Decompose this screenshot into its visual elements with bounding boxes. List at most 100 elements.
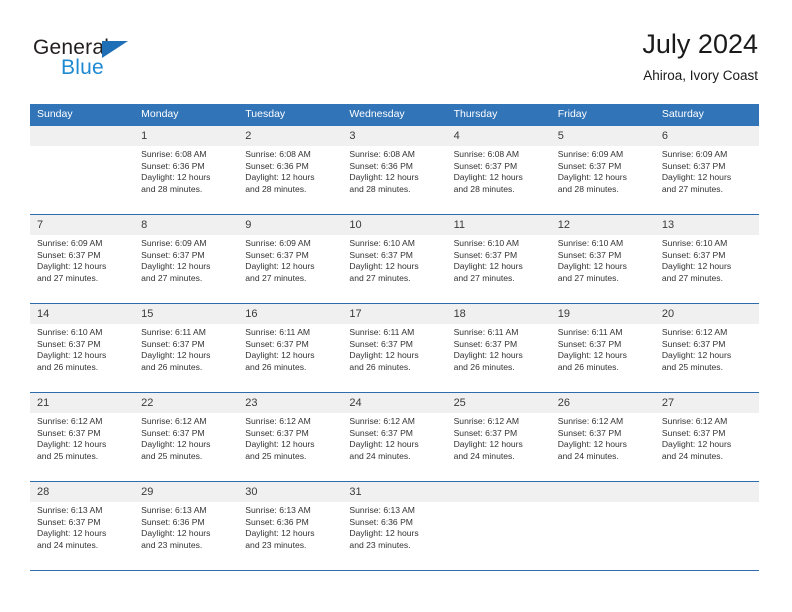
- sunrise-text: Sunrise: 6:11 AM: [245, 327, 311, 337]
- daylight-text-line2: and 27 minutes.: [141, 272, 203, 283]
- day-cell: Sunrise: 6:09 AM Sunset: 6:37 PM Dayligh…: [30, 235, 134, 303]
- sunrise-text: Sunrise: 6:08 AM: [245, 149, 311, 159]
- daylight-text-line2: and 25 minutes.: [661, 361, 723, 372]
- daylight-text-line1: Daylight: 12 hours: [245, 172, 315, 183]
- day-cell: Sunrise: 6:08 AM Sunset: 6:36 PM Dayligh…: [238, 146, 342, 214]
- day-number: 31: [349, 486, 362, 498]
- day-cell: Sunrise: 6:11 AM Sunset: 6:37 PM Dayligh…: [551, 324, 655, 392]
- day-number: 10: [349, 219, 362, 231]
- weekday-header-row: Sunday Monday Tuesday Wednesday Thursday…: [30, 104, 759, 126]
- week-row: 21 22 23 24 25 26 27 Sunrise: 6:12 AM Su…: [30, 393, 759, 482]
- day-cell: [447, 502, 551, 570]
- day-cell: Sunrise: 6:11 AM Sunset: 6:37 PM Dayligh…: [134, 324, 238, 392]
- daylight-text-line1: Daylight: 12 hours: [141, 350, 211, 361]
- day-cell: Sunrise: 6:13 AM Sunset: 6:37 PM Dayligh…: [30, 502, 134, 570]
- week-row: 1 2 3 4 5 6 Sunrise: 6:08 AM Sunset: 6:3…: [30, 126, 759, 215]
- weekday-header-monday: Monday: [141, 108, 179, 120]
- sunset-text: Sunset: 6:37 PM: [661, 427, 726, 438]
- sunrise-text: Sunrise: 6:12 AM: [661, 416, 728, 426]
- week-date-band: 14 15 16 17 18 19 20: [30, 304, 759, 324]
- sunset-text: Sunset: 6:37 PM: [453, 427, 518, 438]
- day-number: [30, 126, 134, 146]
- day-number: 19: [557, 308, 570, 320]
- day-number: 25: [453, 397, 466, 409]
- day-cell: Sunrise: 6:08 AM Sunset: 6:36 PM Dayligh…: [342, 146, 446, 214]
- page-header: General Blue July 2024 Ahiroa, Ivory Coa…: [0, 0, 792, 100]
- daylight-text-line2: and 27 minutes.: [661, 272, 723, 283]
- sunrise-text: Sunrise: 6:10 AM: [661, 238, 728, 248]
- daylight-text-line2: and 26 minutes.: [349, 361, 411, 372]
- week-info-band: Sunrise: 6:08 AM Sunset: 6:36 PM Dayligh…: [30, 146, 759, 214]
- sunset-text: Sunset: 6:37 PM: [557, 338, 622, 349]
- daylight-text-line1: Daylight: 12 hours: [349, 439, 419, 450]
- day-cell: Sunrise: 6:13 AM Sunset: 6:36 PM Dayligh…: [134, 502, 238, 570]
- daylight-text-line2: and 27 minutes.: [245, 272, 307, 283]
- day-cell: Sunrise: 6:08 AM Sunset: 6:37 PM Dayligh…: [447, 146, 551, 214]
- sunset-text: Sunset: 6:36 PM: [245, 160, 309, 171]
- daylight-text-line1: Daylight: 12 hours: [141, 439, 211, 450]
- daylight-text-line1: Daylight: 12 hours: [37, 350, 107, 361]
- sunset-text: Sunset: 6:37 PM: [245, 427, 309, 438]
- sunset-text: Sunset: 6:37 PM: [661, 338, 726, 349]
- daylight-text-line1: Daylight: 12 hours: [453, 439, 523, 450]
- daylight-text-line1: Daylight: 12 hours: [141, 261, 211, 272]
- sunset-text: Sunset: 6:36 PM: [245, 516, 309, 527]
- day-cell: Sunrise: 6:08 AM Sunset: 6:36 PM Dayligh…: [134, 146, 238, 214]
- sunset-text: Sunset: 6:37 PM: [453, 338, 518, 349]
- day-cell: Sunrise: 6:12 AM Sunset: 6:37 PM Dayligh…: [655, 324, 759, 392]
- day-number: 11: [453, 219, 465, 231]
- sunset-text: Sunset: 6:37 PM: [453, 160, 518, 171]
- day-number: 7: [37, 219, 44, 231]
- daylight-text-line2: and 26 minutes.: [37, 361, 99, 372]
- daylight-text-line1: Daylight: 12 hours: [245, 439, 315, 450]
- day-cell: Sunrise: 6:11 AM Sunset: 6:37 PM Dayligh…: [238, 324, 342, 392]
- week-row: 14 15 16 17 18 19 20 Sunrise: 6:10 AM Su…: [30, 304, 759, 393]
- day-number: 23: [245, 397, 258, 409]
- sunset-text: Sunset: 6:37 PM: [141, 338, 205, 349]
- sunrise-text: Sunrise: 6:10 AM: [557, 238, 624, 248]
- day-cell: Sunrise: 6:12 AM Sunset: 6:37 PM Dayligh…: [238, 413, 342, 481]
- sunrise-text: Sunrise: 6:09 AM: [557, 149, 624, 159]
- sunset-text: Sunset: 6:37 PM: [37, 249, 101, 260]
- day-number: 27: [661, 397, 675, 409]
- daylight-text-line1: Daylight: 12 hours: [453, 172, 523, 183]
- week-info-band: Sunrise: 6:09 AM Sunset: 6:37 PM Dayligh…: [30, 235, 759, 303]
- logo-triangle-icon: [102, 41, 128, 58]
- daylight-text-line1: Daylight: 12 hours: [245, 528, 315, 539]
- day-number: [551, 482, 655, 502]
- sunset-text: Sunset: 6:37 PM: [661, 249, 726, 260]
- weekday-header-wednesday: Wednesday: [349, 108, 405, 120]
- day-number: 18: [453, 308, 466, 320]
- daylight-text-line1: Daylight: 12 hours: [349, 528, 419, 539]
- sunset-text: Sunset: 6:36 PM: [141, 516, 205, 527]
- sunset-text: Sunset: 6:37 PM: [245, 249, 309, 260]
- sunrise-text: Sunrise: 6:10 AM: [37, 327, 103, 337]
- day-number: 8: [141, 219, 148, 231]
- sunrise-text: Sunrise: 6:12 AM: [349, 416, 415, 426]
- week-date-band: 28 29 30 31: [30, 482, 759, 502]
- day-cell: Sunrise: 6:09 AM Sunset: 6:37 PM Dayligh…: [238, 235, 342, 303]
- day-cell: Sunrise: 6:12 AM Sunset: 6:37 PM Dayligh…: [655, 413, 759, 481]
- title-block: July 2024 Ahiroa, Ivory Coast: [642, 28, 758, 85]
- day-number: 21: [37, 397, 50, 409]
- weekday-header-sunday: Sunday: [37, 108, 73, 120]
- week-row: 28 29 30 31 Sunrise: 6:13 AM Sunset: 6:3…: [30, 482, 759, 571]
- weekday-header-thursday: Thursday: [453, 108, 498, 120]
- day-number: 12: [557, 219, 570, 231]
- daylight-text-line2: and 27 minutes.: [661, 183, 723, 194]
- sunset-text: Sunset: 6:36 PM: [349, 516, 413, 527]
- sunset-text: Sunset: 6:37 PM: [349, 249, 413, 260]
- calendar-grid: Sunday Monday Tuesday Wednesday Thursday…: [30, 104, 759, 571]
- daylight-text-line1: Daylight: 12 hours: [141, 528, 211, 539]
- sunset-text: Sunset: 6:37 PM: [557, 427, 622, 438]
- sunrise-text: Sunrise: 6:13 AM: [37, 505, 103, 515]
- day-cell: Sunrise: 6:09 AM Sunset: 6:37 PM Dayligh…: [551, 146, 655, 214]
- sunset-text: Sunset: 6:36 PM: [141, 160, 205, 171]
- daylight-text-line1: Daylight: 12 hours: [557, 350, 627, 361]
- sunrise-text: Sunrise: 6:12 AM: [453, 416, 520, 426]
- day-cell: Sunrise: 6:10 AM Sunset: 6:37 PM Dayligh…: [342, 235, 446, 303]
- daylight-text-line2: and 23 minutes.: [349, 539, 411, 550]
- day-number: 30: [245, 486, 258, 498]
- sunset-text: Sunset: 6:37 PM: [245, 338, 309, 349]
- day-cell: Sunrise: 6:12 AM Sunset: 6:37 PM Dayligh…: [447, 413, 551, 481]
